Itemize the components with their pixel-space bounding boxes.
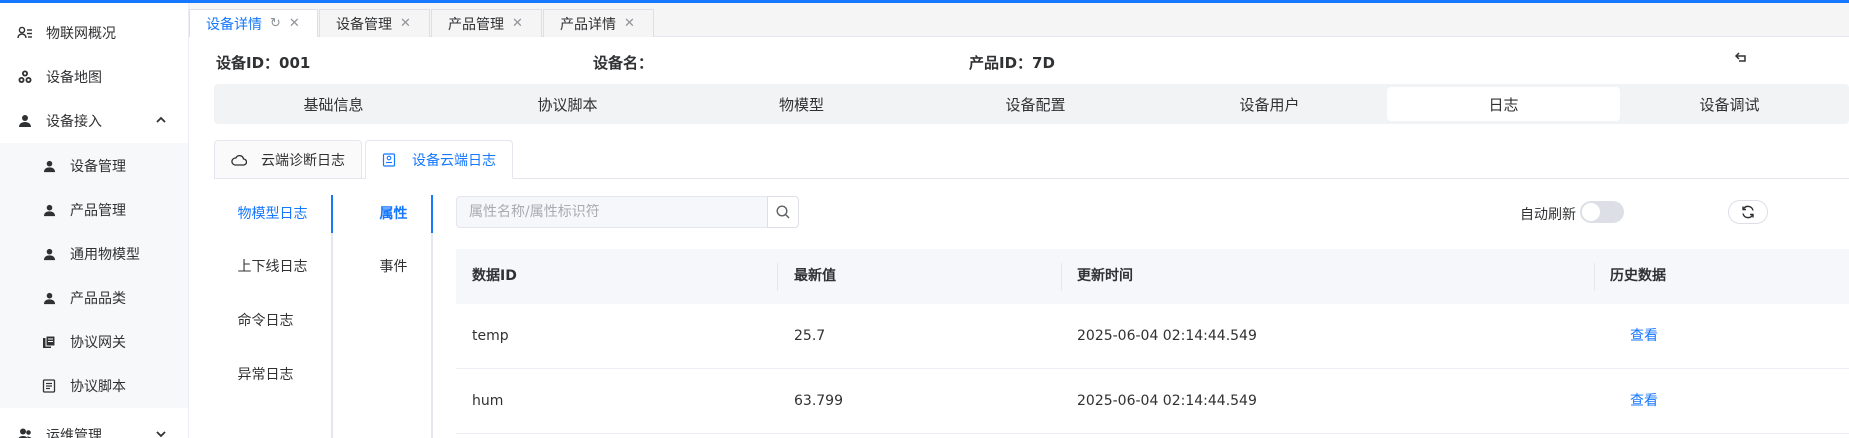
sidebar-item-iot-overview[interactable]: 物联网概况 <box>0 11 188 55</box>
toggle-knob <box>1582 203 1600 221</box>
user-icon <box>40 289 58 307</box>
close-icon[interactable]: ✕ <box>624 16 635 31</box>
sidebar-item-label: 协议网关 <box>70 335 126 351</box>
device-log-icon <box>382 152 398 168</box>
tab-basic-info[interactable]: 基础信息 <box>217 87 450 121</box>
device-name: 设备名： <box>593 54 654 72</box>
refresh-icon[interactable]: ↻ <box>270 16 281 31</box>
table-row: temp 25.7 2025-06-04 02:14:44.549 查看 <box>456 304 1849 369</box>
file-icon <box>40 377 58 395</box>
user-icon <box>16 112 34 130</box>
tab-cloud-diagnosis-log[interactable]: 云端诊断日志 <box>214 140 362 179</box>
search-input[interactable] <box>456 196 768 228</box>
user-group-icon <box>16 426 34 438</box>
sidebar-item-label: 设备接入 <box>46 114 102 130</box>
sidebar-subitem-product-category[interactable]: 产品品类 <box>0 276 188 320</box>
tab-device-users[interactable]: 设备用户 <box>1153 87 1386 121</box>
sidebar-item-device-access[interactable]: 设备接入 <box>0 99 188 143</box>
tab-label: 产品管理 <box>448 16 504 33</box>
user-icon <box>40 201 58 219</box>
category-exception-log[interactable]: 异常日志 <box>218 356 313 394</box>
sidebar-item-label: 协议脚本 <box>70 379 126 395</box>
product-id: 产品ID：7D <box>969 54 1055 72</box>
sidebar-subitem-protocol-gateway[interactable]: 协议网关 <box>0 320 188 364</box>
subtab-properties[interactable]: 属性 <box>346 195 441 233</box>
close-icon[interactable]: ✕ <box>289 16 300 31</box>
tab-device-cloud-log[interactable]: 设备云端日志 <box>365 140 513 179</box>
section-tabs: 基础信息 协议脚本 物模型 设备配置 设备用户 日志 设备调试 <box>214 84 1849 124</box>
cell-latest-value: 63.799 <box>794 393 843 409</box>
page-tabs-bar: 设备详情 ↻ ✕ 设备管理 ✕ 产品管理 ✕ 产品详情 ✕ <box>189 3 1849 37</box>
tab-protocol-script[interactable]: 协议脚本 <box>451 87 684 121</box>
sidebar-item-label: 通用物模型 <box>70 247 140 263</box>
subtab-events[interactable]: 事件 <box>346 248 441 286</box>
category-online-offline-log[interactable]: 上下线日志 <box>225 248 320 286</box>
sidebar-subitem-product-management[interactable]: 产品管理 <box>0 188 188 232</box>
table-row: hum 63.799 2025-06-04 02:14:44.549 查看 <box>456 369 1849 434</box>
header-history: 历史数据 <box>1610 268 1666 284</box>
cloud-icon <box>231 152 247 168</box>
cell-update-time: 2025-06-04 02:14:44.549 <box>1077 328 1257 344</box>
tab-label: 设备详情 <box>206 16 262 33</box>
cell-update-time: 2025-06-04 02:14:44.549 <box>1077 393 1257 409</box>
sidebar-item-label: 产品管理 <box>70 203 126 219</box>
sidebar-item-label: 设备地图 <box>46 70 102 86</box>
sidebar-item-label: 设备管理 <box>70 159 126 175</box>
sidebar-item-device-map[interactable]: 设备地图 <box>0 55 188 99</box>
log-tab-label: 设备云端日志 <box>412 152 496 169</box>
category-active-indicator <box>331 195 333 233</box>
sidebar-item-label: 运维管理 <box>46 428 102 438</box>
user-icon <box>40 245 58 263</box>
header-update-time: 更新时间 <box>1077 268 1133 284</box>
back-icon[interactable] <box>1733 50 1749 66</box>
sidebar-item-label: 产品品类 <box>70 291 126 307</box>
users-icon <box>16 24 34 42</box>
sidebar-subitem-device-management[interactable]: 设备管理 <box>0 144 188 188</box>
sidebar-item-label: 物联网概况 <box>46 26 116 42</box>
tab-thing-model[interactable]: 物模型 <box>685 87 918 121</box>
tab-logs[interactable]: 日志 <box>1387 87 1620 121</box>
cell-latest-value: 25.7 <box>794 328 826 344</box>
docs-icon <box>40 333 58 351</box>
refresh-button[interactable] <box>1728 200 1768 224</box>
sidebar-subitem-protocol-script[interactable]: 协议脚本 <box>0 364 188 408</box>
sidebar-subitem-common-thing-model[interactable]: 通用物模型 <box>0 232 188 276</box>
table-header: 数据ID 最新值 更新时间 历史数据 <box>456 249 1849 304</box>
device-id: 设备ID：001 <box>216 54 311 72</box>
auto-refresh-label: 自动刷新 <box>1520 207 1576 223</box>
auto-refresh-toggle[interactable] <box>1580 201 1624 223</box>
cell-data-id: temp <box>472 328 509 344</box>
cubes-icon <box>16 68 34 86</box>
header-data-id: 数据ID <box>472 268 517 284</box>
chevron-up-icon <box>156 116 166 123</box>
user-icon <box>40 157 58 175</box>
tab-device-debug[interactable]: 设备调试 <box>1613 87 1846 121</box>
tab-label: 产品详情 <box>560 16 616 33</box>
tab-product-management[interactable]: 产品管理 ✕ <box>431 9 542 37</box>
tab-device-config[interactable]: 设备配置 <box>919 87 1152 121</box>
view-history-link[interactable]: 查看 <box>1614 369 1658 434</box>
sidebar: 物联网概况 设备地图 设备接入 设备管理 产品管理 通用物模型 产品品类 协议网… <box>0 3 189 438</box>
sidebar-item-ops-management[interactable]: 运维管理 <box>0 413 188 438</box>
tab-label: 设备管理 <box>336 16 392 33</box>
header-latest-value: 最新值 <box>794 268 836 284</box>
search-icon <box>776 205 790 219</box>
view-history-link[interactable]: 查看 <box>1614 304 1658 369</box>
refresh-icon <box>1742 205 1754 219</box>
close-icon[interactable]: ✕ <box>512 16 523 31</box>
log-tab-label: 云端诊断日志 <box>261 152 345 169</box>
tab-device-management[interactable]: 设备管理 ✕ <box>319 9 430 37</box>
close-icon[interactable]: ✕ <box>400 16 411 31</box>
tab-product-detail[interactable]: 产品详情 ✕ <box>543 9 654 37</box>
category-command-log[interactable]: 命令日志 <box>218 302 313 340</box>
search-button[interactable] <box>767 196 799 228</box>
cell-data-id: hum <box>472 393 504 409</box>
category-thing-model-log[interactable]: 物模型日志 <box>225 195 320 233</box>
chevron-down-icon <box>156 431 166 438</box>
tab-device-detail[interactable]: 设备详情 ↻ ✕ <box>189 9 318 37</box>
